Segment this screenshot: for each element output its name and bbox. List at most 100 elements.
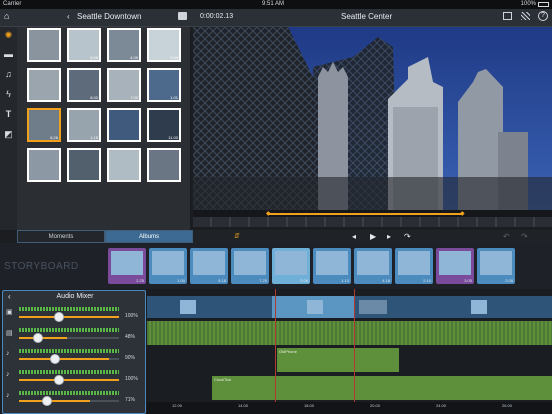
clip-thumbnail	[275, 251, 307, 275]
level-meter	[19, 370, 119, 374]
media-thumbnail[interactable]: 1.01	[147, 68, 181, 102]
album-back-button[interactable]: Seattle Downtown	[77, 12, 141, 21]
media-thumbnail[interactable]: 8.00	[67, 68, 101, 102]
media-thumbnail[interactable]: 9.00	[147, 28, 181, 62]
music-icon[interactable]: ♫	[3, 69, 14, 80]
ruler-tick: 24.00	[436, 403, 447, 408]
volume-slider[interactable]	[19, 396, 119, 406]
undo-icon[interactable]: ↶	[503, 230, 510, 243]
volume-percent: 71%	[125, 397, 136, 403]
transition-bolt-icon[interactable]: ϟ	[3, 89, 14, 100]
clip-thumbnail	[357, 251, 389, 275]
media-thumbnail[interactable]: 1.15	[67, 108, 101, 142]
media-thumbnail[interactable]: 7.00	[107, 68, 141, 102]
storyboard-clip[interactable]: 2.10	[395, 248, 433, 284]
volume-fill	[19, 316, 119, 318]
clip-duration: 7.25	[259, 278, 267, 283]
play-icon[interactable]: ▶	[370, 230, 376, 243]
media-tabs: Moments Albums	[17, 230, 193, 243]
storyboard: STORYBOARD 2.25 1.00 5.18 7.25 2.06 1.13 4.18 2…	[0, 243, 552, 289]
volume-fill	[19, 400, 90, 402]
thumbnail-duration: 6.06	[90, 55, 98, 60]
settings-grid-icon[interactable]	[521, 12, 530, 20]
storyboard-clip[interactable]: 7.25	[231, 248, 269, 284]
media-thumbnail[interactable]: 11.00	[147, 108, 181, 142]
volume-slider[interactable]	[19, 354, 119, 364]
storyboard-clip[interactable]: 2.25	[108, 248, 146, 284]
volume-knob[interactable]	[33, 333, 44, 343]
clip-duration: 2.25	[136, 278, 144, 283]
clip-thumbnail	[307, 300, 323, 314]
storyboard-clip[interactable]: 5.18	[190, 248, 228, 284]
clip-duration: 1.00	[177, 278, 185, 283]
clip-duration: 5.18	[218, 278, 226, 283]
volume-slider[interactable]	[19, 312, 119, 322]
media-thumbnail[interactable]	[27, 148, 61, 182]
folder-icon[interactable]: ▬	[3, 49, 14, 60]
storyboard-clip[interactable]: 2.06	[272, 248, 310, 284]
media-thumbnail[interactable]: 4.09	[107, 28, 141, 62]
trim-range	[268, 213, 463, 215]
clip-thumbnail	[359, 300, 387, 314]
playhead[interactable]	[275, 289, 276, 402]
next-frame-icon[interactable]: ▸	[387, 230, 391, 243]
media-thumbnail[interactable]	[147, 148, 181, 182]
volume-slider[interactable]	[19, 333, 119, 343]
storyboard-clip[interactable]: 3.05	[436, 248, 474, 284]
media-thumbnail[interactable]	[27, 68, 61, 102]
tab-moments[interactable]: Moments	[17, 230, 105, 243]
back-chevron-icon[interactable]: ‹	[67, 12, 70, 21]
media-thumbnail[interactable]	[67, 148, 101, 182]
music-note-icon: ♪	[6, 350, 10, 357]
volume-fill	[19, 379, 119, 381]
clip-thumbnail	[180, 300, 196, 314]
project-title: Seattle Center	[341, 12, 393, 21]
clip-thumbnail	[234, 251, 266, 275]
trim-end-handle[interactable]: ◆	[460, 210, 465, 217]
media-thumbnail[interactable]	[27, 28, 61, 62]
volume-slider[interactable]	[19, 375, 119, 385]
trim-start-handle[interactable]: ◆	[266, 210, 271, 217]
clip-duration: 2.08	[505, 278, 513, 283]
storyboard-clip[interactable]: 1.00	[149, 248, 187, 284]
redo-icon[interactable]: ↷	[521, 230, 528, 243]
previous-frame-icon[interactable]: ◂	[352, 230, 356, 243]
audio-track-1[interactable]	[147, 321, 552, 345]
storyboard-label: STORYBOARD	[4, 261, 79, 272]
video-preview[interactable]	[193, 27, 552, 227]
volume-knob[interactable]	[54, 375, 64, 385]
media-thumbnail[interactable]	[107, 108, 141, 142]
clip-thumbnail	[111, 251, 143, 275]
timeline[interactable]: OldPhone ClockTick	[147, 289, 552, 402]
volume-fill	[19, 358, 109, 360]
trim-bar[interactable]: ◆ ◆	[193, 210, 552, 227]
ruler-tick: 12.00	[172, 403, 183, 408]
media-sun-icon[interactable]: ✺	[3, 30, 14, 41]
home-icon[interactable]: ⌂	[4, 11, 9, 21]
volume-percent: 100%	[125, 376, 138, 382]
volume-knob[interactable]	[42, 396, 53, 406]
tab-albums[interactable]: Albums	[105, 230, 193, 243]
clip-thumbnail	[439, 251, 471, 275]
storyboard-clip[interactable]: 2.08	[477, 248, 515, 284]
clapper-icon[interactable]	[178, 12, 187, 20]
transport-controls: ⇵ ◂ ▶ ▸ ↷ ↶ ↷	[193, 230, 552, 243]
timecode: 0:00:02.13	[200, 13, 234, 20]
title-text-icon[interactable]: T	[3, 109, 14, 120]
media-thumbnail[interactable]: 6.26	[27, 108, 61, 142]
help-icon[interactable]: ?	[538, 11, 548, 21]
volume-knob[interactable]	[54, 312, 64, 322]
carrier-label: Carrier	[3, 1, 22, 7]
media-thumbnail[interactable]	[107, 148, 141, 182]
export-icon[interactable]	[503, 12, 512, 20]
mixer-row: ▣ 100%	[3, 305, 147, 325]
overlay-icon[interactable]: ◩	[3, 129, 14, 140]
storyboard-clip[interactable]: 1.13	[313, 248, 351, 284]
media-thumbnail[interactable]: 6.06	[67, 28, 101, 62]
audio-clip-clocktick[interactable]: ClockTick	[212, 376, 552, 400]
volume-knob[interactable]	[50, 354, 60, 364]
audio-clip-oldphone[interactable]: OldPhone	[277, 348, 399, 372]
split-icon[interactable]: ↷	[404, 230, 411, 243]
add-marker-icon[interactable]: ⇵	[234, 230, 240, 243]
storyboard-clip[interactable]: 4.18	[354, 248, 392, 284]
